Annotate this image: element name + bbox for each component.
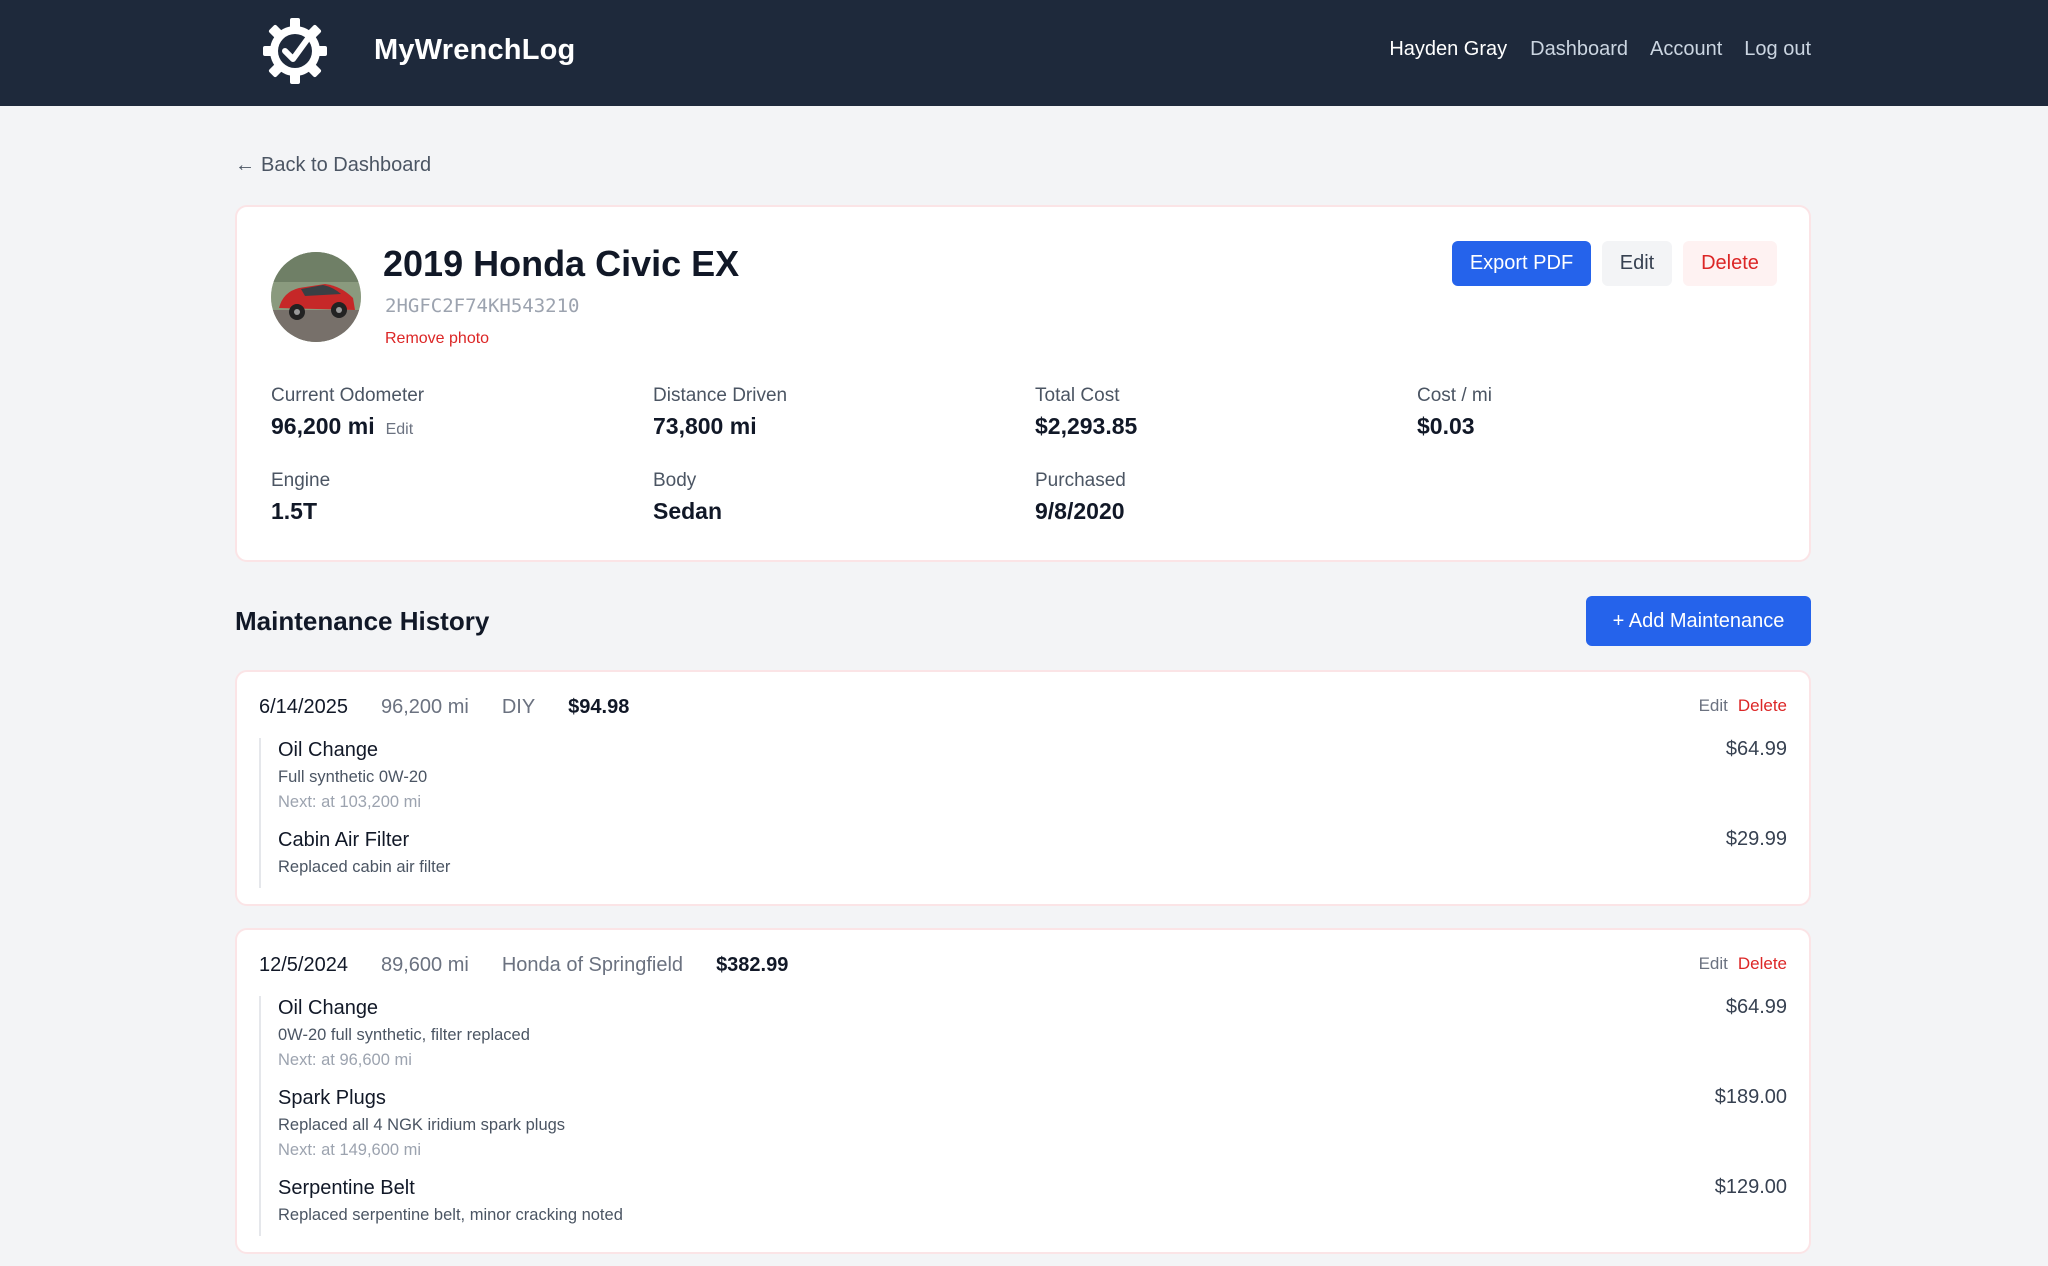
service-name: Spark Plugs [278,1087,386,1109]
stat-value: $2,293.85 [1035,413,1138,439]
record-total: $382.99 [716,954,789,976]
stat-cost-per-mile: Cost / mi $0.03 [1417,385,1492,440]
brand-name[interactable]: MyWrenchLog [374,34,575,67]
record-header: 12/5/2024 89,600 mi Honda of Springfield… [259,954,788,977]
service-price: $64.99 [1725,996,1787,1018]
maintenance-history-title: Maintenance History [235,606,490,636]
back-link-label: Back to Dashboard [261,154,432,176]
top-navbar: MyWrenchLog Hayden Gray Dashboard Accoun… [0,0,2048,106]
stat-label: Body [653,470,697,491]
stat-value: 9/8/2020 [1035,498,1125,524]
record-date: 12/5/2024 [259,954,348,976]
service-name: Oil Change [278,739,379,761]
record-actions: Edit Delete [1699,696,1787,716]
record-shop: Honda of Springfield [501,954,684,976]
record-header: 6/14/2025 96,200 mi DIY $94.98 [259,696,629,719]
service-item: Spark Plugs Replaced all 4 NGK iridium s… [261,1086,1787,1176]
service-description: Replaced all 4 NGK iridium spark plugs [278,1116,566,1134]
vehicle-photo [271,252,361,342]
add-maintenance-button[interactable]: + Add Maintenance [1586,596,1811,646]
service-price: $129.00 [1714,1176,1787,1198]
vehicle-card: 2019 Honda Civic EX 2HGFC2F74KH543210 Re… [235,205,1811,562]
brand[interactable]: MyWrenchLog [262,15,575,85]
maintenance-record: 6/14/2025 96,200 mi DIY $94.98 Edit Dele… [235,670,1811,906]
service-price: $29.99 [1725,828,1787,850]
delete-vehicle-button[interactable]: Delete [1683,241,1777,286]
stat-engine: Engine 1.5T [271,470,330,525]
edit-odometer-link[interactable]: Edit [386,421,414,439]
service-next-due: Next: at 103,200 mi [278,793,422,811]
service-item: Serpentine Belt Replaced serpentine belt… [261,1176,1787,1236]
record-total: $94.98 [568,696,630,718]
export-pdf-button[interactable]: Export PDF [1452,241,1591,286]
delete-record-link[interactable]: Delete [1738,954,1787,974]
service-items: Oil Change 0W-20 full synthetic, filter … [259,996,1787,1236]
service-item: Oil Change 0W-20 full synthetic, filter … [261,996,1787,1086]
service-price: $189.00 [1714,1086,1787,1108]
stat-value: 73,800 mi [653,413,757,439]
stat-current-odometer: Current Odometer 96,200 mi Edit [271,385,424,440]
car-photo-icon [271,252,361,342]
service-next-due: Next: at 149,600 mi [278,1141,422,1159]
record-mileage: 89,600 mi [380,954,469,976]
record-mileage: 96,200 mi [380,696,469,718]
stat-body: Body Sedan [653,470,722,525]
service-description: Replaced serpentine belt, minor cracking… [278,1206,623,1224]
service-description: 0W-20 full synthetic, filter replaced [278,1026,530,1044]
service-item: Oil Change Full synthetic 0W-20 Next: at… [261,738,1787,828]
service-name: Serpentine Belt [278,1177,415,1199]
service-item: Cabin Air Filter Replaced cabin air filt… [261,828,1787,888]
edit-vehicle-button[interactable]: Edit [1602,241,1672,286]
arrow-left-icon: ← [235,154,255,176]
stat-label: Total Cost [1035,385,1120,406]
stat-label: Purchased [1035,470,1126,491]
service-items: Oil Change Full synthetic 0W-20 Next: at… [259,738,1787,888]
stat-distance-driven: Distance Driven 73,800 mi [653,385,787,440]
edit-record-link[interactable]: Edit [1699,954,1728,974]
record-date: 6/14/2025 [259,696,348,718]
stat-value: $0.03 [1417,413,1475,439]
service-next-due: Next: at 96,600 mi [278,1051,412,1069]
main-nav: Hayden Gray Dashboard Account Log out [1389,33,1811,65]
service-price: $64.99 [1725,738,1787,760]
back-to-dashboard-link[interactable]: ← Back to Dashboard [235,154,431,177]
nav-logout-link[interactable]: Log out [1744,38,1811,61]
service-description: Full synthetic 0W-20 [278,768,428,786]
record-actions: Edit Delete [1699,954,1787,974]
record-shop: DIY [501,696,536,718]
stat-label: Distance Driven [653,385,788,406]
vehicle-title: 2019 Honda Civic EX [383,243,740,284]
delete-record-link[interactable]: Delete [1738,696,1787,716]
stat-value: 1.5T [271,498,318,524]
stat-total-cost: Total Cost $2,293.85 [1035,385,1137,440]
stat-label: Current Odometer [271,385,425,406]
service-name: Cabin Air Filter [278,829,410,851]
stat-value: 96,200 mi Edit [271,413,424,440]
gear-check-logo-icon [263,18,327,84]
user-name: Hayden Gray [1389,37,1508,60]
stat-label: Cost / mi [1417,385,1492,406]
vehicle-vin: 2HGFC2F74KH543210 [385,295,580,317]
edit-record-link[interactable]: Edit [1699,696,1728,716]
maintenance-record: 12/5/2024 89,600 mi Honda of Springfield… [235,928,1811,1254]
stat-label: Engine [271,470,331,491]
stat-purchased: Purchased 9/8/2020 [1035,470,1126,525]
service-name: Oil Change [278,997,379,1019]
nav-account-link[interactable]: Account [1650,38,1722,61]
service-description: Replaced cabin air filter [278,858,451,876]
stat-value: Sedan [653,498,723,524]
nav-dashboard-link[interactable]: Dashboard [1530,38,1628,61]
odometer-value: 96,200 mi [271,413,375,439]
remove-photo-link[interactable]: Remove photo [385,330,489,348]
